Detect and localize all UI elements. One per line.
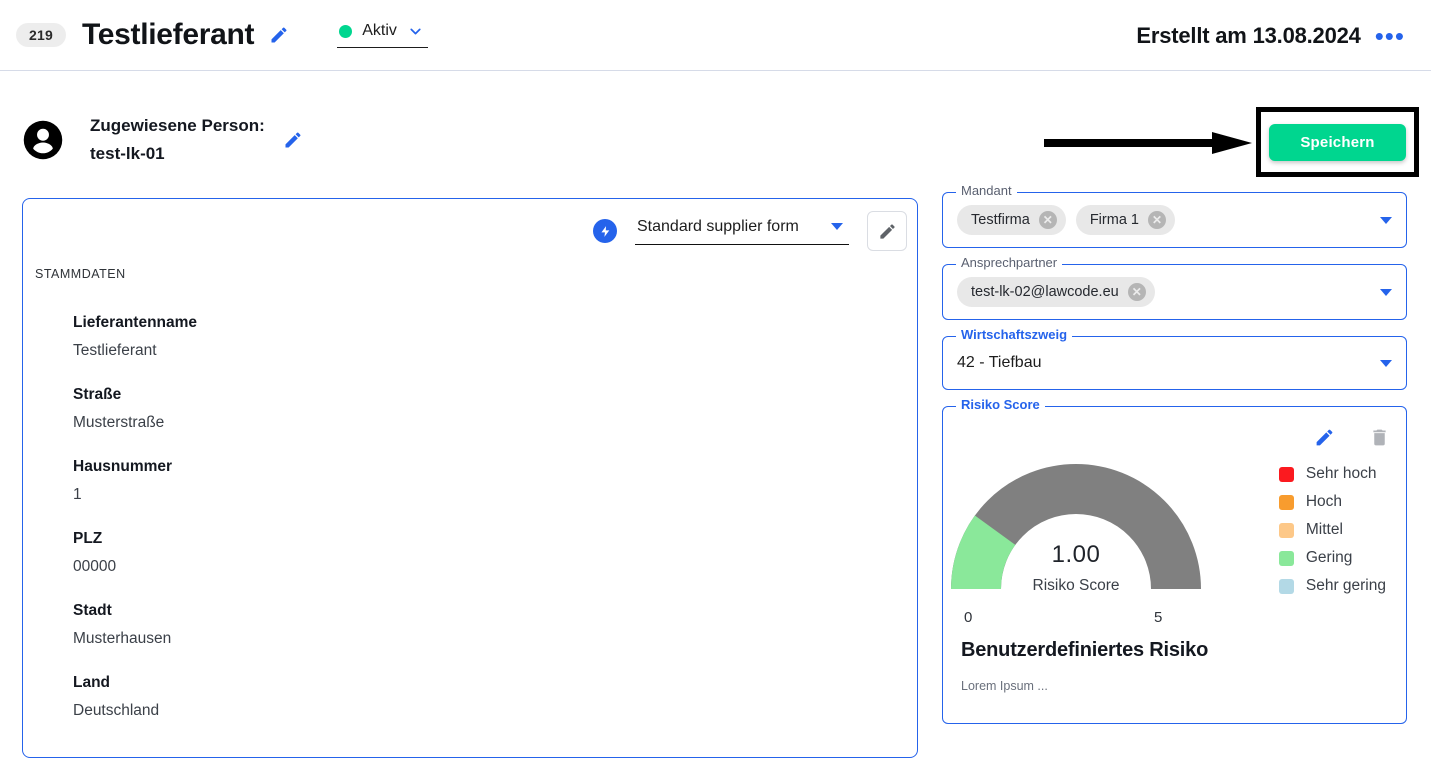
- edit-form-button[interactable]: [867, 211, 907, 251]
- risk-gauge: 1.00 Risiko Score 0 5: [951, 449, 1201, 626]
- legend-label: Hoch: [1305, 493, 1343, 510]
- field-row: Land Deutschland: [73, 669, 897, 725]
- chevron-down-icon: [407, 23, 424, 40]
- field-list: Lieferantenname Testlieferant Straße Mus…: [73, 309, 897, 741]
- risk-actions: [1314, 427, 1390, 448]
- chip: Testfirma ✕: [957, 205, 1066, 235]
- field-label: Land: [73, 674, 111, 691]
- triangle-down-icon[interactable]: [1380, 288, 1392, 296]
- legend-item: Sehr hoch: [1278, 465, 1386, 483]
- field-label: Stadt: [73, 602, 112, 619]
- arrow-right-annotation: [1044, 132, 1252, 154]
- assigned-person-label: Zugewiesene Person:: [90, 116, 265, 135]
- legend-swatch-icon: [1278, 578, 1294, 594]
- field-label: Straße: [73, 386, 122, 403]
- legend-swatch-icon: [1278, 494, 1294, 510]
- legend-swatch-icon: [1278, 522, 1294, 538]
- ansprechpartner-field[interactable]: Ansprechpartner test-lk-02@lawcode.eu ✕: [942, 256, 1407, 320]
- legend-item: Hoch: [1278, 493, 1386, 511]
- field-row: Stadt Musterhausen: [73, 597, 897, 653]
- account-circle-icon: [22, 119, 64, 161]
- gauge-max-tick: 5: [1154, 609, 1163, 626]
- field-label: Hausnummer: [73, 458, 173, 475]
- delete-risk-trash-icon[interactable]: [1369, 427, 1390, 448]
- chip-label: Testfirma: [971, 212, 1030, 228]
- status-dot-icon: [339, 24, 353, 38]
- legend-item: Mittel: [1278, 521, 1386, 539]
- custom-risk-title: Benutzerdefiniertes Risiko: [961, 639, 1209, 661]
- legend-item: Sehr gering: [1278, 577, 1386, 595]
- status-label: Aktiv: [362, 22, 397, 39]
- ansprechpartner-legend: Ansprechpartner: [956, 256, 1063, 269]
- field-row: PLZ 00000: [73, 525, 897, 581]
- risiko-score-panel: Risiko Score 1.00 Risiko Score 0 5 Sehr …: [942, 398, 1407, 724]
- field-value: Musterstraße: [73, 414, 165, 431]
- side-panel: Mandant Testfirma ✕ Firma 1 ✕ Ansprechpa…: [942, 184, 1407, 740]
- save-button[interactable]: Speichern: [1269, 123, 1406, 161]
- wirtschaftszweig-field[interactable]: Wirtschaftszweig 42 - Tiefbau: [942, 328, 1407, 390]
- header-left-group: 219 Testlieferant Aktiv: [16, 18, 428, 52]
- chip-label: Firma 1: [1089, 212, 1139, 228]
- chip-remove-icon[interactable]: ✕: [1127, 283, 1146, 301]
- field-label: PLZ: [73, 530, 103, 547]
- legend-item: Gering: [1278, 549, 1386, 567]
- pencil-icon: [879, 223, 895, 239]
- wirtschaftszweig-value: 42 - Tiefbau: [957, 354, 1042, 371]
- gauge-caption: Risiko Score: [1032, 577, 1120, 594]
- field-label: Lieferantenname: [73, 314, 198, 331]
- mandant-legend: Mandant: [956, 184, 1017, 197]
- field-value: Deutschland: [73, 702, 160, 719]
- form-template-select[interactable]: Standard supplier form: [635, 218, 849, 245]
- risk-legend: Sehr hoch Hoch Mittel Gering Sehr gering: [1278, 465, 1386, 605]
- triangle-down-icon[interactable]: [1380, 359, 1392, 367]
- field-row: Lieferantenname Testlieferant: [73, 309, 897, 365]
- header-right-group: Erstellt am 13.08.2024 •••: [1136, 23, 1405, 49]
- triangle-down-icon: [831, 223, 843, 230]
- chip: test-lk-02@lawcode.eu ✕: [957, 277, 1155, 307]
- legend-label: Gering: [1305, 549, 1353, 566]
- legend-swatch-icon: [1278, 550, 1294, 566]
- custom-risk-note: Lorem Ipsum ...: [961, 679, 1048, 693]
- record-id-badge: 219: [16, 23, 66, 47]
- field-value: 00000: [73, 558, 117, 575]
- ansprechpartner-chip-list: test-lk-02@lawcode.eu ✕: [957, 277, 1370, 307]
- chip: Firma 1 ✕: [1075, 205, 1175, 235]
- field-value: Musterhausen: [73, 630, 172, 647]
- triangle-down-icon[interactable]: [1380, 216, 1392, 224]
- field-row: Straße Musterstraße: [73, 381, 897, 437]
- page-title: Testlieferant: [81, 18, 255, 51]
- assigned-person-text: Zugewiesene Person: test-lk-01: [90, 112, 265, 168]
- created-date-label: Erstellt am 13.08.2024: [1136, 23, 1361, 48]
- mandant-chip-list: Testfirma ✕ Firma 1 ✕: [957, 205, 1370, 235]
- risiko-score-legend: Risiko Score: [956, 398, 1045, 411]
- chip-remove-icon[interactable]: ✕: [1147, 211, 1166, 229]
- assigned-person-row: Zugewiesene Person: test-lk-01: [22, 112, 303, 168]
- field-value: Testlieferant: [73, 342, 157, 359]
- more-options-icon[interactable]: •••: [1375, 23, 1405, 49]
- supplier-form-card: Standard supplier form STAMMDATEN Liefer…: [22, 198, 918, 758]
- save-button-highlight-box: Speichern: [1256, 107, 1419, 177]
- gauge-min-tick: 0: [964, 609, 973, 626]
- wirtschaftszweig-legend: Wirtschaftszweig: [956, 328, 1073, 341]
- legend-label: Sehr hoch: [1305, 465, 1377, 482]
- form-toolbar: Standard supplier form: [593, 211, 907, 251]
- lightning-bolt-icon[interactable]: [593, 219, 617, 243]
- field-row: Hausnummer 1: [73, 453, 897, 509]
- legend-swatch-icon: [1278, 466, 1294, 482]
- page-header: 219 Testlieferant Aktiv Erstellt am 13.0…: [0, 0, 1431, 71]
- edit-title-pencil-icon[interactable]: [269, 25, 289, 45]
- legend-label: Mittel: [1305, 521, 1343, 538]
- field-value: 1: [73, 486, 82, 503]
- chip-label: test-lk-02@lawcode.eu: [971, 284, 1119, 300]
- chip-remove-icon[interactable]: ✕: [1038, 211, 1057, 229]
- edit-assigned-person-pencil-icon[interactable]: [283, 130, 303, 150]
- assigned-person-name: test-lk-01: [90, 144, 165, 163]
- status-select[interactable]: Aktiv: [337, 22, 428, 48]
- legend-label: Sehr gering: [1305, 577, 1386, 594]
- form-template-value: Standard supplier form: [637, 217, 799, 235]
- mandant-field[interactable]: Mandant Testfirma ✕ Firma 1 ✕: [942, 184, 1407, 248]
- gauge-value-label: 1.00: [1051, 541, 1101, 568]
- section-heading: STAMMDATEN: [35, 267, 126, 281]
- edit-risk-pencil-icon[interactable]: [1314, 427, 1335, 448]
